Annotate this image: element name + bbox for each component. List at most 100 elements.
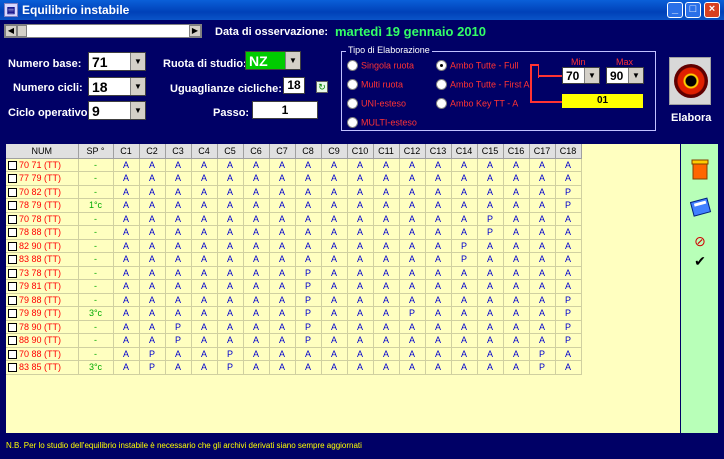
chevron-down-icon[interactable]: ▼	[130, 53, 145, 70]
scroll-right-icon[interactable]: ▶	[189, 25, 201, 37]
row-checkbox[interactable]	[8, 214, 17, 224]
table-row[interactable]: 70 78 (TT) - A A A A A A A A A A A A A A P A A A	[6, 212, 582, 226]
scroll-thumb[interactable]	[17, 25, 27, 37]
numero-cicli-select[interactable]: 18 ▼	[88, 77, 146, 96]
row-checkbox[interactable]	[8, 363, 17, 373]
radio-selected-icon[interactable]	[436, 60, 447, 72]
column-header[interactable]: C11	[373, 144, 400, 159]
radio-icon[interactable]	[347, 60, 358, 72]
row-checkbox[interactable]	[8, 336, 17, 346]
radio-uni-esteso[interactable]: UNI-esteso	[347, 98, 406, 110]
cycle-cell: A	[165, 279, 192, 294]
table-row[interactable]: 79 89 (TT) 3°c A A A A A A A P A A A P A A A A A P	[6, 306, 582, 321]
column-header[interactable]: C8	[295, 144, 322, 159]
column-header[interactable]: C15	[477, 144, 504, 159]
radio-ambo-tutte-full[interactable]: Ambo Tutte - Full	[436, 60, 519, 72]
table-row[interactable]: 73 78 (TT) - A A A A A A A P A A A A A A A A A A	[6, 266, 582, 280]
radio-icon[interactable]	[436, 98, 447, 110]
table-row[interactable]: 82 90 (TT) - A A A A A A A A A A A A A P A A A A	[6, 239, 582, 253]
refresh-icon[interactable]: ↻	[316, 81, 328, 93]
table-row[interactable]: 70 71 (TT) - A A A A A A A A A A A A A A A A A A	[6, 158, 582, 172]
table-row[interactable]: 70 88 (TT) - A P A A P A A A A A A A A A A A P A	[6, 347, 582, 361]
row-checkbox[interactable]	[8, 255, 17, 265]
cycle-cell: A	[451, 212, 478, 226]
column-header[interactable]: C12	[399, 144, 426, 159]
radio-icon[interactable]	[347, 79, 358, 91]
table-row[interactable]: 78 79 (TT) 1°c A A A A A A A A A A A A A A A A A P	[6, 198, 582, 213]
column-header[interactable]: C9	[321, 144, 348, 159]
row-checkbox[interactable]	[8, 282, 17, 292]
table-row[interactable]: 83 85 (TT) 3°c A P A A P A A A A A A A A A A A P A	[6, 360, 582, 375]
radio-multi-esteso[interactable]: MULTI-esteso	[347, 117, 417, 129]
row-checkbox[interactable]	[8, 241, 17, 251]
column-header[interactable]: C7	[269, 144, 296, 159]
table-row[interactable]: 79 81 (TT) - A A A A A A A P A A A A A A A A A A	[6, 279, 582, 294]
row-checkbox[interactable]	[8, 174, 17, 184]
cycle-cell: A	[269, 212, 296, 226]
max-select[interactable]: 90 ▼	[606, 67, 644, 84]
radio-icon[interactable]	[347, 117, 358, 129]
column-header[interactable]: C6	[243, 144, 270, 159]
min-select[interactable]: 70 ▼	[562, 67, 600, 84]
column-header[interactable]: C1	[113, 144, 140, 159]
table-row[interactable]: 77 79 (TT) - A A A A A A A A A A A A A A A A A A	[6, 171, 582, 186]
minimize-button[interactable]: _	[667, 2, 683, 18]
column-header[interactable]: C2	[139, 144, 166, 159]
radio-multi-ruota[interactable]: Multi ruota	[347, 79, 403, 91]
cycle-cell: A	[399, 252, 426, 267]
scroll-left-icon[interactable]: ◀	[5, 25, 17, 37]
row-checkbox[interactable]	[8, 349, 17, 359]
column-header[interactable]: C17	[529, 144, 556, 159]
column-header[interactable]: C10	[347, 144, 374, 159]
radio-icon[interactable]	[436, 79, 447, 91]
column-header[interactable]: C14	[451, 144, 478, 159]
row-checkbox[interactable]	[8, 268, 17, 278]
table-row[interactable]: 78 90 (TT) - A A P A A A A P A A A A A A A A A P	[6, 320, 582, 334]
chevron-down-icon[interactable]: ▼	[130, 102, 145, 119]
table-row[interactable]: 78 88 (TT) - A A A A A A A A A A A A A A P A A A	[6, 225, 582, 240]
row-checkbox[interactable]	[8, 187, 17, 197]
trash-icon[interactable]	[690, 158, 710, 180]
table-row[interactable]: 70 82 (TT) - A A A A A A A A A A A A A A A A A P	[6, 185, 582, 199]
date-scrollbar[interactable]: ◀ ▶	[4, 24, 202, 38]
column-header[interactable]: C13	[425, 144, 452, 159]
column-header[interactable]: C3	[165, 144, 192, 159]
row-checkbox[interactable]	[8, 295, 17, 305]
radio-ambo-key[interactable]: Ambo Key TT - A	[436, 98, 518, 110]
title-bar: ▤ Equilibrio instabile _ □ ×	[0, 0, 724, 20]
elabora-button[interactable]	[669, 57, 711, 105]
radio-ambo-tutte-first[interactable]: Ambo Tutte - First A	[436, 79, 530, 91]
row-checkbox[interactable]	[8, 228, 17, 238]
ruota-select[interactable]: NZ ▼	[245, 51, 301, 70]
ciclo-operativo-select[interactable]: 9 ▼	[88, 101, 146, 120]
uguaglianze-input[interactable]: 18	[283, 77, 305, 94]
chevron-down-icon[interactable]: ▼	[584, 68, 599, 83]
maximize-button[interactable]: □	[685, 2, 701, 18]
column-header[interactable]: C5	[217, 144, 244, 159]
radio-singola-ruota[interactable]: Singola ruota	[347, 60, 414, 72]
column-header[interactable]: C16	[503, 144, 530, 159]
row-checkbox[interactable]	[8, 160, 17, 170]
column-header[interactable]: C4	[191, 144, 218, 159]
column-header[interactable]: C18	[555, 144, 582, 159]
close-button[interactable]: ×	[704, 2, 720, 18]
row-checkbox[interactable]	[8, 322, 17, 332]
chevron-down-icon[interactable]: ▼	[285, 52, 300, 69]
check-icon[interactable]: ✔	[690, 251, 710, 271]
cycle-cell: A	[555, 171, 582, 186]
chevron-down-icon[interactable]: ▼	[628, 68, 643, 83]
row-checkbox[interactable]	[8, 309, 17, 319]
table-row[interactable]: 79 88 (TT) - A A A A A A A P A A A A A A A A A P	[6, 293, 582, 307]
passo-input[interactable]: 1	[252, 101, 318, 119]
notebook-icon[interactable]	[689, 196, 712, 217]
num-cell: 83 88 (TT)	[6, 252, 79, 267]
column-header[interactable]: NUM	[6, 144, 79, 159]
chevron-down-icon[interactable]: ▼	[130, 78, 145, 95]
row-checkbox[interactable]	[8, 201, 17, 211]
table-row[interactable]: 83 88 (TT) - A A A A A A A A A A A A A P A A A A	[6, 252, 582, 267]
column-header[interactable]: SP °	[78, 144, 114, 159]
radio-icon[interactable]	[347, 98, 358, 110]
cancel-icon[interactable]: ⊘	[690, 231, 710, 251]
table-row[interactable]: 88 90 (TT) - A A P A A A A P A A A A A A A A A P	[6, 333, 582, 348]
numero-base-select[interactable]: 71 ▼	[88, 52, 146, 71]
